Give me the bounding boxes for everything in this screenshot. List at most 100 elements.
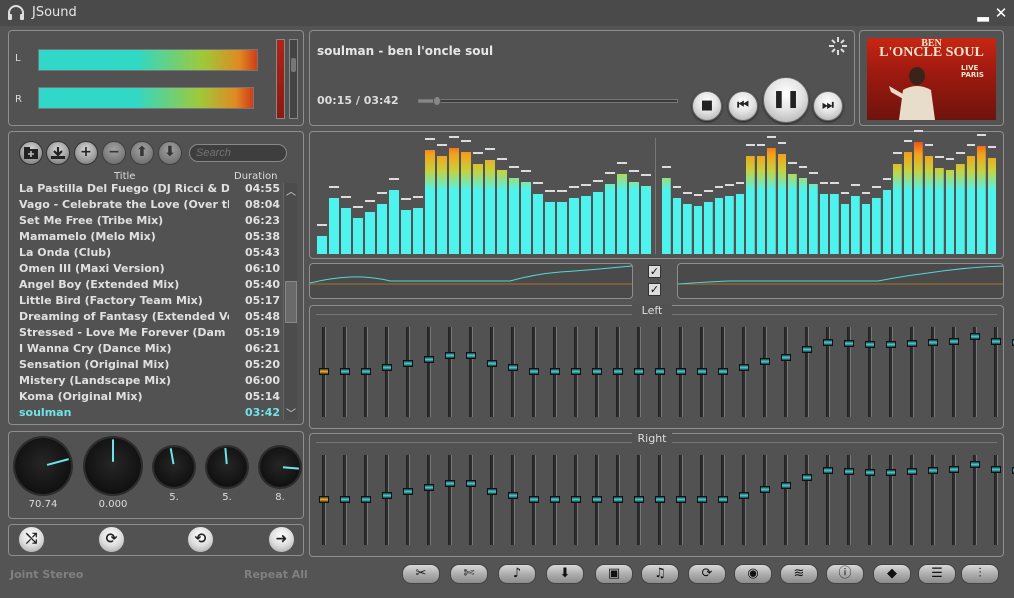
- seek-bar[interactable]: [418, 96, 678, 106]
- eq-band-track[interactable]: [511, 327, 515, 417]
- eq-band-track[interactable]: [805, 455, 809, 545]
- volume-handle[interactable]: [291, 58, 296, 72]
- eq-band-thumb[interactable]: [466, 351, 476, 359]
- eq-band-thumb[interactable]: [886, 340, 896, 348]
- eq-band-thumb[interactable]: [970, 332, 980, 340]
- playlist-scrollbar[interactable]: ︿ ﹀: [283, 183, 297, 420]
- eq-band-thumb[interactable]: [676, 496, 686, 503]
- eq-band-thumb[interactable]: [823, 467, 833, 475]
- eq-band-track[interactable]: [469, 455, 473, 545]
- minimize-button[interactable]: ▂: [976, 4, 990, 22]
- eq-band-track[interactable]: [742, 455, 746, 545]
- eq-band-track[interactable]: [406, 455, 410, 545]
- next-button[interactable]: ⏭: [813, 91, 843, 121]
- cut-tool-button[interactable]: ✄: [450, 564, 488, 584]
- eq-band-thumb[interactable]: [697, 368, 707, 375]
- eq-band-thumb[interactable]: [529, 368, 539, 375]
- scope-left-checkbox[interactable]: ✓: [648, 265, 661, 278]
- eq-band-thumb[interactable]: [844, 468, 854, 476]
- eq-band-thumb[interactable]: [634, 368, 644, 375]
- eq-band-thumb[interactable]: [550, 496, 560, 503]
- eq-band-track[interactable]: [385, 327, 389, 417]
- eq-band-thumb[interactable]: [991, 465, 1001, 473]
- move-down-button[interactable]: ⬇: [158, 141, 182, 165]
- shuffle-button[interactable]: ⤭: [18, 526, 45, 553]
- eq-band-thumb[interactable]: [907, 340, 917, 348]
- eq-band-thumb[interactable]: [424, 483, 434, 491]
- info-tool-button[interactable]: ⓘ: [826, 564, 864, 584]
- list-tool-button[interactable]: ☰: [918, 564, 956, 584]
- eq-band-thumb[interactable]: [760, 358, 770, 366]
- scroll-down-icon[interactable]: ﹀: [285, 405, 297, 420]
- radio-tool-button[interactable]: ▣: [595, 564, 633, 584]
- stop-button[interactable]: ■: [692, 91, 722, 121]
- eq-band-thumb[interactable]: [844, 340, 854, 348]
- eq-band-thumb[interactable]: [571, 368, 581, 375]
- eq-band-track[interactable]: [427, 327, 431, 417]
- eq-band-thumb[interactable]: [718, 496, 728, 503]
- playlist-row[interactable]: Omen III (Maxi Version) 06:10: [16, 261, 283, 277]
- add-button[interactable]: +: [74, 141, 98, 165]
- eq-band-track[interactable]: [763, 455, 767, 545]
- eq-band-thumb[interactable]: [445, 351, 455, 359]
- eq-band-track[interactable]: [448, 455, 452, 545]
- eq-preamp-thumb[interactable]: [319, 496, 329, 503]
- eq-band-thumb[interactable]: [550, 368, 560, 375]
- playlist-row[interactable]: Dreaming of Fantasy (Extended Voc... 05:4…: [16, 309, 283, 325]
- playlist-row[interactable]: La Onda (Club) 05:43: [16, 245, 283, 261]
- eq-band-track[interactable]: [511, 455, 515, 545]
- eq-band-thumb[interactable]: [865, 468, 875, 476]
- prev-button[interactable]: ⏮: [728, 91, 758, 121]
- eq-band-thumb[interactable]: [613, 496, 623, 503]
- close-button[interactable]: ✕: [994, 4, 1008, 22]
- eq-band-thumb[interactable]: [508, 363, 518, 371]
- move-up-button[interactable]: ⬆: [130, 141, 154, 165]
- knob-4[interactable]: [207, 447, 247, 487]
- eq-band-thumb[interactable]: [634, 496, 644, 503]
- playlist-row[interactable]: Sensation (Original Mix) 05:20: [16, 357, 283, 373]
- volume-slider[interactable]: [289, 39, 298, 119]
- convert-tool-button[interactable]: ⟳: [688, 564, 726, 584]
- eq-band-thumb[interactable]: [781, 482, 791, 490]
- scrollbar-thumb[interactable]: [285, 281, 297, 323]
- knob-2[interactable]: [85, 438, 141, 494]
- eq-band-thumb[interactable]: [907, 468, 917, 476]
- eq-band-thumb[interactable]: [928, 467, 938, 475]
- playlist-row[interactable]: Little Bird (Factory Team Mix) 05:17: [16, 293, 283, 309]
- eq-band-thumb[interactable]: [508, 491, 518, 499]
- playlist-row[interactable]: La Pastilla Del Fuego (DJ Ricci & DF... 0…: [16, 181, 283, 197]
- eq-band-track[interactable]: [385, 455, 389, 545]
- eq-band-thumb[interactable]: [949, 338, 959, 346]
- eq-band-track[interactable]: [763, 327, 767, 417]
- eq-band-thumb[interactable]: [424, 355, 434, 363]
- playlist-row[interactable]: Mamamelo (Melo Mix) 05:38: [16, 229, 283, 245]
- eq-band-track[interactable]: [784, 455, 788, 545]
- eq-band-thumb[interactable]: [991, 337, 1001, 345]
- eq-band-thumb[interactable]: [802, 473, 812, 481]
- eq-band-thumb[interactable]: [382, 491, 392, 499]
- eq-band-thumb[interactable]: [403, 359, 413, 367]
- eq-band-thumb[interactable]: [592, 368, 602, 375]
- equalizer-tool-button[interactable]: ≋: [780, 564, 818, 584]
- eq-band-thumb[interactable]: [802, 345, 812, 353]
- eq-band-thumb[interactable]: [676, 368, 686, 375]
- eq-band-thumb[interactable]: [361, 368, 371, 375]
- disc-tool-button[interactable]: ◉: [734, 564, 772, 584]
- eq-band-thumb[interactable]: [718, 368, 728, 375]
- eq-band-track[interactable]: [469, 327, 473, 417]
- eq-band-thumb[interactable]: [781, 354, 791, 362]
- eq-band-thumb[interactable]: [445, 479, 455, 487]
- eq-band-thumb[interactable]: [529, 496, 539, 503]
- eq-band-track[interactable]: [973, 455, 977, 545]
- eq-band-track[interactable]: [973, 327, 977, 417]
- eq-band-thumb[interactable]: [655, 496, 665, 503]
- tools-tool-button[interactable]: ✂: [402, 564, 440, 584]
- import-button[interactable]: [46, 141, 70, 165]
- knob-5[interactable]: [260, 447, 300, 487]
- eq-band-track[interactable]: [448, 327, 452, 417]
- playlist-row[interactable]: Set Me Free (Tribe Mix) 06:23: [16, 213, 283, 229]
- eq-band-track[interactable]: [490, 455, 494, 545]
- eq-band-thumb[interactable]: [739, 363, 749, 371]
- eq-band-thumb[interactable]: [970, 460, 980, 468]
- repeat-button[interactable]: ⟳: [98, 526, 125, 553]
